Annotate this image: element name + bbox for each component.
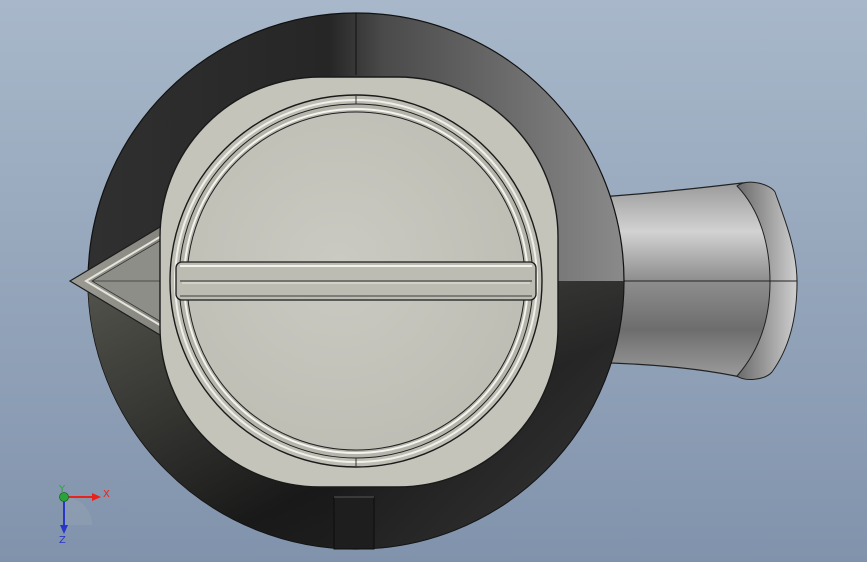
model-viewport[interactable]: X Y Z xyxy=(0,0,867,562)
grip-bar[interactable] xyxy=(175,261,537,301)
x-axis-label: X xyxy=(103,489,110,500)
bottom-notch xyxy=(333,496,375,550)
model-canvas[interactable]: X Y Z xyxy=(0,0,867,562)
z-axis-label: Z xyxy=(59,535,66,546)
y-axis-label: Y xyxy=(58,484,66,495)
